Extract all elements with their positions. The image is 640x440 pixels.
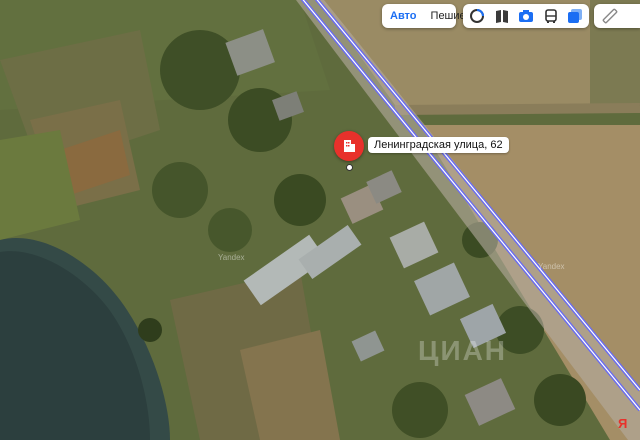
map-book-icon[interactable] (494, 8, 510, 24)
panorama-icon[interactable] (469, 8, 485, 24)
mode-auto-button[interactable]: Авто (386, 8, 421, 24)
satellite-map[interactable] (0, 0, 640, 440)
yandex-watermark: Yandex (218, 253, 245, 262)
yandex-watermark: Yandex (538, 262, 565, 271)
location-marker[interactable] (334, 131, 364, 161)
ruler-toolbar (594, 4, 640, 28)
layers-toolbar (463, 4, 589, 28)
bus-icon[interactable] (543, 8, 559, 24)
camera-icon[interactable] (518, 8, 534, 24)
route-mode-toggle: Авто Пешие (382, 4, 466, 28)
address-label[interactable]: Ленинградская улица, 62 (368, 137, 509, 153)
marker-point (346, 164, 353, 171)
ruler-icon[interactable] (602, 8, 618, 24)
cian-watermark: ЦИАН (418, 335, 508, 366)
layers-icon[interactable] (567, 8, 583, 24)
yandex-logo[interactable]: Я (618, 416, 627, 431)
building-icon (344, 140, 355, 152)
